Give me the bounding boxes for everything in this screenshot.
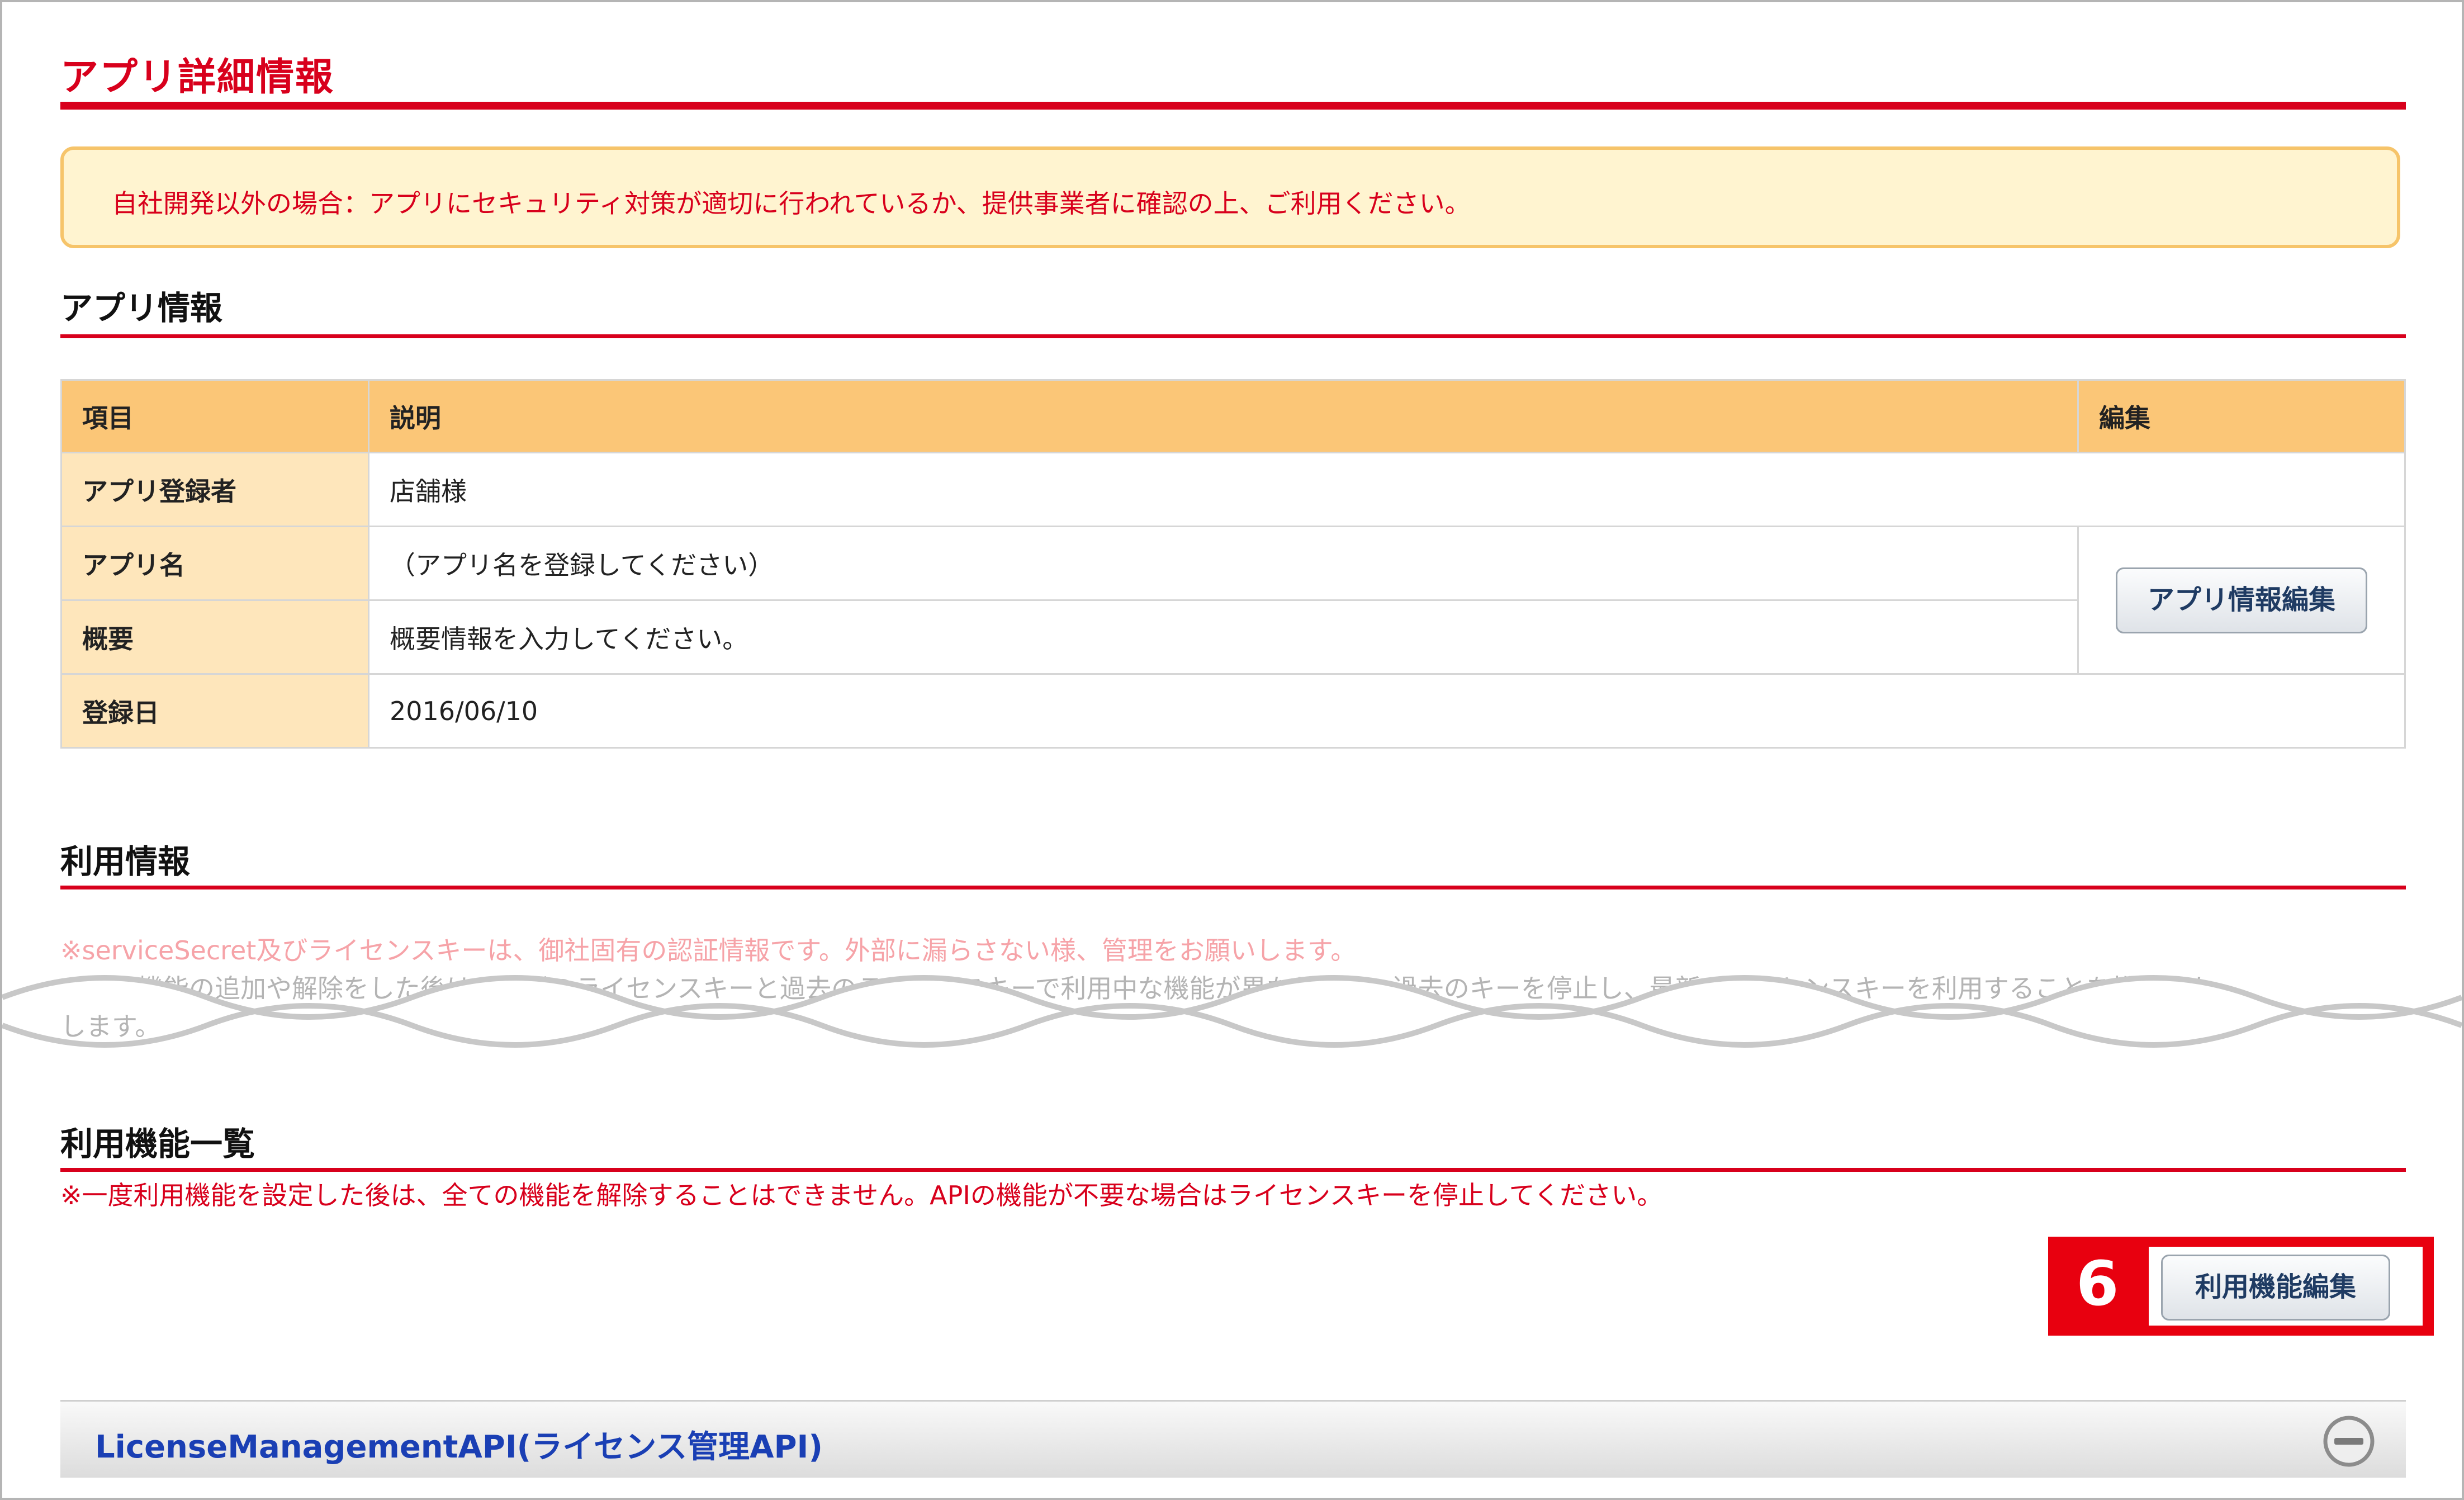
row-value: 2016/06/10 — [368, 673, 2406, 749]
app-info-divider — [60, 334, 2406, 338]
app-info-table: 項目 説明 編集 アプリ登録者 店舗様 アプリ名 （アプリ名を登録してください）… — [60, 379, 2406, 749]
header-description: 説明 — [368, 379, 2079, 453]
row-label: アプリ名 — [60, 526, 369, 601]
security-notice: 自社開発以外の場合：アプリにセキュリティ対策が適切に行われているか、提供事業者に… — [60, 146, 2400, 248]
app-info-edit-button[interactable]: アプリ情報編集 — [2116, 567, 2367, 633]
features-edit-button[interactable]: 利用機能編集 — [2161, 1255, 2390, 1321]
features-warning: ※一度利用機能を設定した後は、全ての機能を解除することはできません。APIの機能… — [60, 1180, 1663, 1210]
row-value: （アプリ名を登録してください） — [368, 526, 2079, 601]
accordion-title: LicenseManagementAPI(ライセンス管理API) — [95, 1429, 823, 1465]
features-divider — [60, 1168, 2406, 1172]
highlight-inner: 利用機能編集 — [2149, 1247, 2423, 1326]
page-title: アプリ詳細情報 — [60, 55, 335, 100]
row-label: アプリ登録者 — [60, 452, 369, 527]
app-info-heading: アプリ情報 — [60, 289, 223, 327]
table-header-row: 項目 説明 編集 — [60, 379, 2406, 453]
collapse-icon[interactable] — [2321, 1413, 2377, 1469]
row-value: 店舗様 — [368, 452, 2406, 527]
row-label: 登録日 — [60, 673, 369, 749]
edit-cell: アプリ情報編集 — [2077, 526, 2406, 675]
title-divider — [60, 102, 2406, 110]
step-highlight-box: 6 利用機能編集 — [2048, 1237, 2434, 1336]
table-row-summary: 概要 概要情報を入力してください。 — [60, 599, 2405, 675]
header-item: 項目 — [60, 379, 369, 453]
app-detail-page: アプリ詳細情報 自社開発以外の場合：アプリにセキュリティ対策が適切に行われている… — [0, 0, 2464, 1500]
table-row-registered-date: 登録日 2016/06/10 — [60, 673, 2406, 749]
table-row-registrant: アプリ登録者 店舗様 — [60, 452, 2406, 527]
step-number-badge: 6 — [2076, 1248, 2119, 1319]
row-value: 概要情報を入力してください。 — [368, 599, 2079, 675]
header-edit: 編集 — [2077, 379, 2406, 453]
features-heading: 利用機能一覧 — [60, 1125, 255, 1163]
row-label: 概要 — [60, 599, 369, 675]
omission-wave-divider — [2, 975, 2462, 1048]
usage-info-heading: 利用情報 — [60, 843, 191, 881]
security-notice-text: 自社開発以外の場合：アプリにセキュリティ対策が適切に行われているか、提供事業者に… — [112, 188, 1471, 219]
license-api-accordion[interactable]: LicenseManagementAPI(ライセンス管理API) — [60, 1400, 2406, 1478]
usage-info-divider — [60, 886, 2406, 889]
table-row-app-name: アプリ名 （アプリ名を登録してください） アプリ情報編集 — [60, 526, 2406, 675]
